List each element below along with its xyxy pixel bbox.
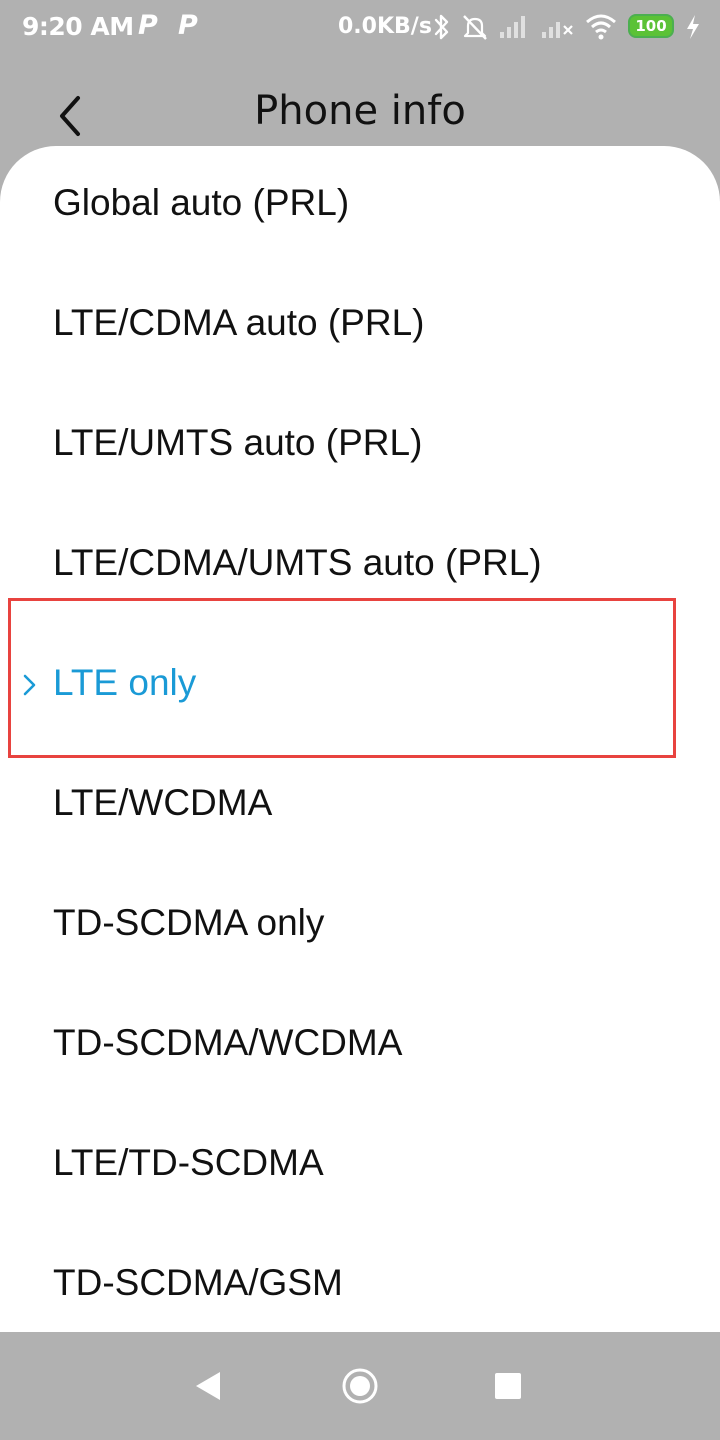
option-label: Global auto (PRL): [53, 182, 350, 223]
signal-icon: [542, 22, 573, 38]
notification-p-icon: P: [178, 10, 198, 41]
network-mode-sheet: Global auto (PRL) LTE/CDMA auto (PRL) LT…: [0, 146, 720, 1332]
option-label: TD-SCDMA/GSM: [53, 1262, 343, 1303]
battery-icon: 100: [628, 14, 674, 38]
charging-icon: [687, 15, 699, 39]
signal-icon: [500, 16, 525, 38]
network-speed: 0.0KB/s: [338, 14, 432, 39]
back-triangle-icon[interactable]: [188, 1366, 228, 1406]
option-label: LTE/TD-SCDMA: [53, 1142, 324, 1183]
network-mode-option[interactable]: TD-SCDMA/WCDMA: [0, 986, 720, 1106]
network-mode-option[interactable]: TD-SCDMA/GSM: [0, 1226, 720, 1332]
network-mode-option[interactable]: LTE/CDMA/UMTS auto (PRL): [0, 506, 720, 626]
wifi-icon: [586, 14, 616, 40]
option-label: LTE only: [53, 662, 197, 703]
network-mode-option[interactable]: LTE/UMTS auto (PRL): [0, 386, 720, 506]
option-label: LTE/CDMA auto (PRL): [53, 302, 425, 343]
option-label: TD-SCDMA/WCDMA: [53, 1022, 403, 1063]
bluetooth-icon: [434, 14, 449, 40]
network-mode-option[interactable]: Global auto (PRL): [0, 146, 720, 266]
status-bar: 9:20 AM P P 0.0KB/s 100: [0, 0, 720, 56]
network-mode-option[interactable]: TD-SCDMA only: [0, 866, 720, 986]
recents-square-icon[interactable]: [488, 1366, 528, 1406]
chevron-right-icon: [23, 674, 36, 696]
option-label: LTE/CDMA/UMTS auto (PRL): [53, 542, 542, 583]
alarm-off-icon: [463, 15, 487, 40]
option-label: TD-SCDMA only: [53, 902, 325, 943]
option-label: LTE/WCDMA: [53, 782, 273, 823]
network-mode-option[interactable]: LTE/TD-SCDMA: [0, 1106, 720, 1226]
home-circle-icon[interactable]: [340, 1366, 380, 1406]
status-time: 9:20 AM: [22, 12, 134, 41]
option-label: LTE/UMTS auto (PRL): [53, 422, 423, 463]
network-mode-option[interactable]: LTE/WCDMA: [0, 746, 720, 866]
network-mode-option-selected[interactable]: LTE only: [0, 626, 720, 746]
network-mode-option[interactable]: LTE/CDMA auto (PRL): [0, 266, 720, 386]
page-title: Phone info: [254, 88, 466, 134]
notification-p-icon: P: [138, 10, 158, 41]
screen: 9:20 AM P P 0.0KB/s 100 Phone info Globa…: [0, 0, 720, 1440]
navigation-bar: [0, 1332, 720, 1440]
